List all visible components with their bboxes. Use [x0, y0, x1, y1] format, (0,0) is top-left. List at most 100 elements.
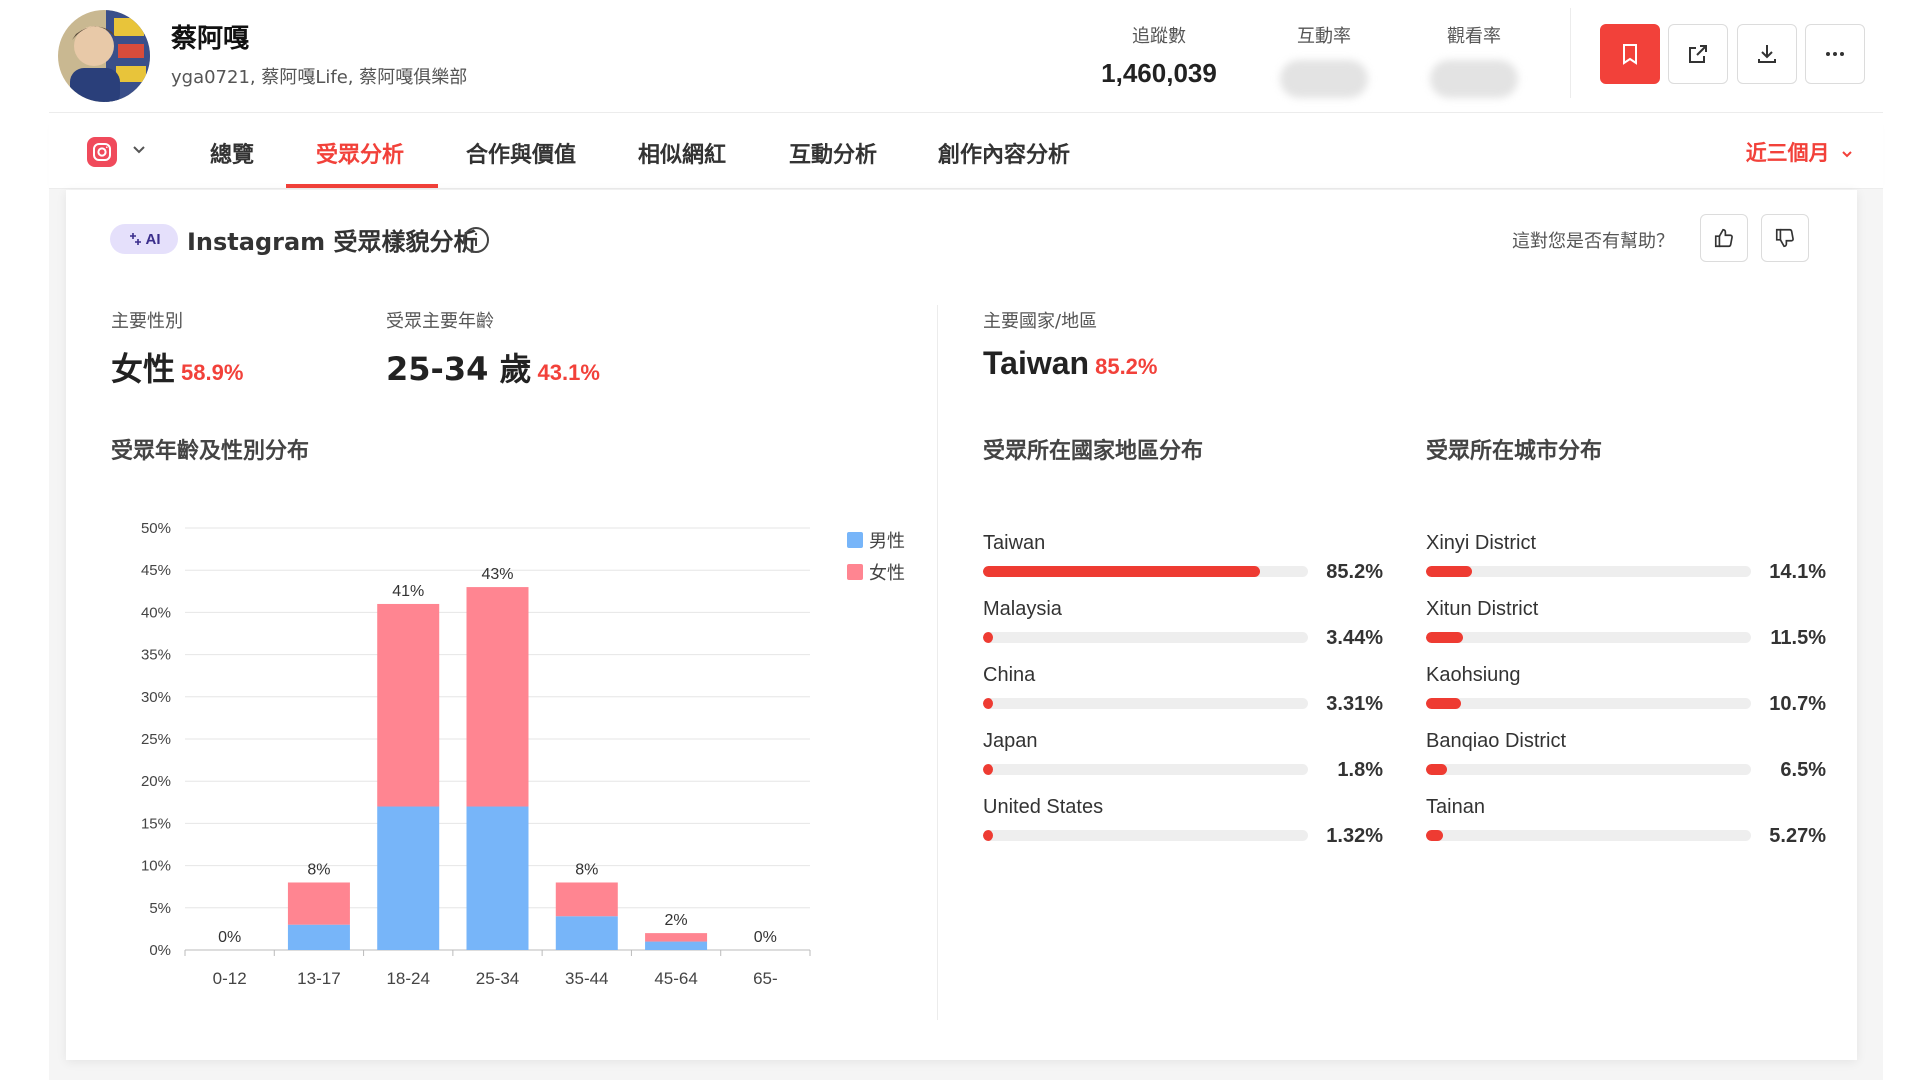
- blurred-value: [1280, 60, 1368, 98]
- bar-segment-female: [645, 933, 708, 942]
- kpi-age-label: 受眾主要年齡: [386, 311, 494, 332]
- progress-track: [1426, 698, 1751, 709]
- y-tick-label: 0%: [149, 942, 171, 959]
- kpi-age-value: 25-34 歲: [386, 350, 532, 388]
- profile-header: 蔡阿嘎 yga0721, 蔡阿嘎Life, 蔡阿嘎俱樂部 追蹤數 1,460,0…: [49, 0, 1883, 113]
- country-row: Taiwan 85.2%: [983, 532, 1383, 598]
- tab-similar-influencers[interactable]: 相似網紅: [638, 137, 726, 169]
- progress-fill: [983, 698, 993, 709]
- country-row: United States 1.32%: [983, 796, 1383, 862]
- bar-segment-male: [466, 806, 529, 950]
- kpi-country: Taiwan 85.2%: [983, 344, 1157, 382]
- progress-track: [1426, 764, 1751, 775]
- bar-segment-male: [645, 941, 708, 950]
- thumbs-up-icon: [1714, 228, 1733, 248]
- tab-content-analysis[interactable]: 創作內容分析: [938, 137, 1070, 169]
- item-value: 3.44%: [1326, 627, 1383, 649]
- avatar[interactable]: [58, 10, 150, 102]
- instagram-icon[interactable]: [87, 137, 117, 167]
- legend-label: 女性: [869, 563, 905, 584]
- legend-swatch: [847, 532, 863, 548]
- download-button[interactable]: [1737, 24, 1797, 84]
- country-row: China 3.31%: [983, 664, 1383, 730]
- progress-fill: [983, 764, 993, 775]
- country-row: Malaysia 3.44%: [983, 598, 1383, 664]
- y-tick-label: 50%: [141, 520, 171, 537]
- y-tick-label: 20%: [141, 773, 171, 790]
- item-value: 5.27%: [1769, 825, 1826, 847]
- kpi-gender-label: 主要性別: [111, 311, 183, 332]
- kpi-gender-value: 女性: [111, 350, 176, 388]
- share-button[interactable]: [1668, 24, 1728, 84]
- y-tick-label: 10%: [141, 858, 171, 875]
- item-name: Kaohsiung: [1426, 664, 1521, 686]
- progress-track: [1426, 830, 1751, 841]
- x-tick-label: 13-17: [297, 969, 340, 988]
- section-title: Instagram 受眾樣貌分析: [187, 228, 478, 256]
- item-name: Taiwan: [983, 532, 1046, 554]
- item-value: 1.32%: [1326, 825, 1383, 847]
- bar-segment-female: [466, 587, 529, 807]
- city-row: Banqiao District 6.5%: [1426, 730, 1826, 796]
- city-row: Kaohsiung 10.7%: [1426, 664, 1826, 730]
- age-gender-title: 受眾年齡及性別分布: [111, 439, 310, 464]
- bar-segment-female: [555, 882, 618, 917]
- stat-value: 1,460,039: [1101, 58, 1217, 88]
- bar-segment-male: [377, 806, 440, 950]
- thumbs-up-button[interactable]: [1700, 214, 1748, 262]
- stat-followers: 追蹤數 1,460,039: [1089, 22, 1229, 89]
- city-row: Xitun District 11.5%: [1426, 598, 1826, 664]
- item-value: 3.31%: [1326, 693, 1383, 715]
- sparkle-icon: [129, 233, 141, 245]
- progress-track: [983, 830, 1308, 841]
- info-icon[interactable]: [462, 226, 490, 254]
- progress-track: [983, 632, 1308, 643]
- progress-track: [983, 566, 1308, 577]
- progress-track: [983, 698, 1308, 709]
- tab-bar: 總覽 受眾分析 合作與價值 相似網紅 互動分析 創作內容分析 近三個月: [49, 113, 1883, 189]
- progress-fill: [1426, 698, 1461, 709]
- legend-item-male[interactable]: 男性: [847, 524, 905, 556]
- bar-total-label: 8%: [307, 861, 330, 878]
- city-row: Xinyi District 14.1%: [1426, 532, 1826, 598]
- bookmark-icon: [1623, 44, 1637, 65]
- y-tick-label: 40%: [141, 604, 171, 621]
- tab-collaboration[interactable]: 合作與價值: [466, 137, 576, 169]
- legend-swatch: [847, 564, 863, 580]
- tab-audience[interactable]: 受眾分析: [316, 137, 404, 169]
- bar-total-label: 8%: [575, 861, 598, 878]
- kpi-country-value: Taiwan: [983, 345, 1090, 381]
- item-value: 14.1%: [1769, 561, 1826, 583]
- y-tick-label: 25%: [141, 731, 171, 748]
- kpi-age-pct: 43.1%: [537, 360, 600, 385]
- active-tab-indicator: [286, 184, 438, 188]
- more-options-button[interactable]: [1805, 24, 1865, 84]
- x-tick-label: 25-34: [476, 969, 519, 988]
- period-selector[interactable]: 近三個月: [1746, 137, 1853, 167]
- legend-label: 男性: [869, 531, 905, 552]
- progress-track: [1426, 566, 1751, 577]
- legend-item-female[interactable]: 女性: [847, 556, 905, 588]
- item-name: Malaysia: [983, 598, 1062, 620]
- item-name: Xinyi District: [1426, 532, 1537, 554]
- bar-total-label: 43%: [481, 566, 513, 583]
- chevron-down-icon[interactable]: [131, 141, 147, 157]
- more-icon: [1826, 52, 1844, 56]
- bar-total-label: 2%: [665, 912, 688, 929]
- kpi-country-label: 主要國家/地區: [983, 311, 1098, 332]
- chart-legend: 男性 女性: [847, 524, 905, 588]
- city-row: Tainan 5.27%: [1426, 796, 1826, 862]
- x-tick-label: 35-44: [565, 969, 608, 988]
- progress-fill: [983, 632, 993, 643]
- tab-engagement[interactable]: 互動分析: [789, 137, 877, 169]
- blurred-value: [1430, 60, 1518, 98]
- profile-name: 蔡阿嘎: [171, 24, 250, 54]
- thumbs-down-button[interactable]: [1761, 214, 1809, 262]
- bookmark-button[interactable]: [1600, 24, 1660, 84]
- tab-overview[interactable]: 總覽: [210, 137, 254, 169]
- chevron-down-icon: [1842, 151, 1852, 158]
- external-link-icon: [1689, 45, 1707, 63]
- city-distribution-title: 受眾所在城市分布: [1426, 439, 1603, 464]
- y-tick-label: 5%: [149, 900, 171, 917]
- y-tick-label: 35%: [141, 647, 171, 664]
